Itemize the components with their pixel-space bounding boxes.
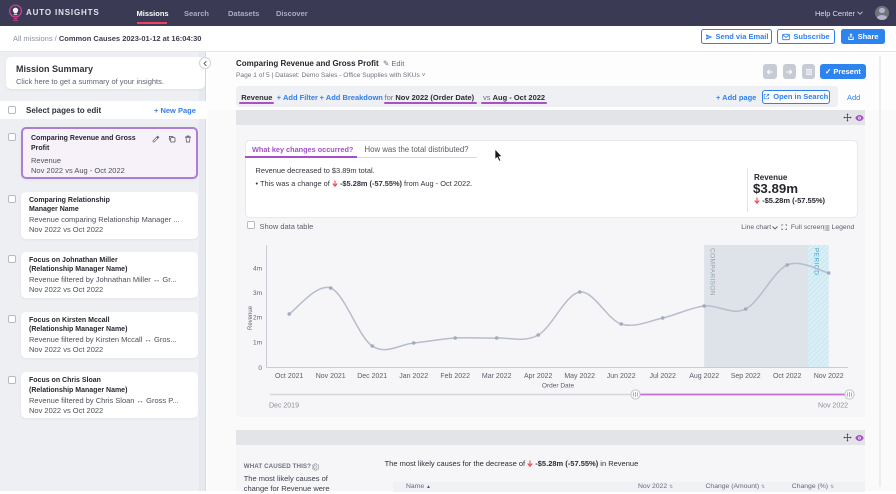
svg-text:Nov 2021: Nov 2021 bbox=[316, 373, 346, 380]
svg-text:PERIOD: PERIOD bbox=[813, 248, 820, 275]
svg-text:Feb 2022: Feb 2022 bbox=[440, 373, 470, 380]
svg-text:Oct 2022: Oct 2022 bbox=[773, 373, 802, 380]
svg-text:Dec 2021: Dec 2021 bbox=[357, 373, 387, 380]
svg-text:Order Date: Order Date bbox=[542, 383, 575, 390]
svg-text:0: 0 bbox=[258, 365, 262, 372]
svg-text:Nov 2022: Nov 2022 bbox=[818, 403, 848, 410]
svg-text:Dec 2019: Dec 2019 bbox=[269, 403, 299, 410]
svg-text:1m: 1m bbox=[253, 340, 262, 347]
svg-text:Revenue: Revenue bbox=[248, 305, 254, 330]
svg-text:Mar 2022: Mar 2022 bbox=[482, 373, 512, 380]
svg-text:COMPARISON: COMPARISON bbox=[709, 248, 716, 296]
svg-text:Sep 2022: Sep 2022 bbox=[731, 373, 761, 380]
svg-text:3m: 3m bbox=[253, 290, 262, 297]
svg-text:Jul 2022: Jul 2022 bbox=[649, 373, 676, 380]
svg-text:Nov 2022: Nov 2022 bbox=[814, 373, 844, 380]
svg-text:Jun 2022: Jun 2022 bbox=[607, 373, 636, 380]
svg-text:2m: 2m bbox=[253, 315, 262, 322]
svg-text:May 2022: May 2022 bbox=[564, 373, 595, 380]
svg-text:Apr 2022: Apr 2022 bbox=[524, 373, 553, 380]
svg-text:Aug 2022: Aug 2022 bbox=[689, 373, 719, 380]
svg-text:Jan 2022: Jan 2022 bbox=[399, 373, 428, 380]
svg-text:Oct 2021: Oct 2021 bbox=[275, 373, 304, 380]
svg-text:4m: 4m bbox=[253, 266, 262, 273]
